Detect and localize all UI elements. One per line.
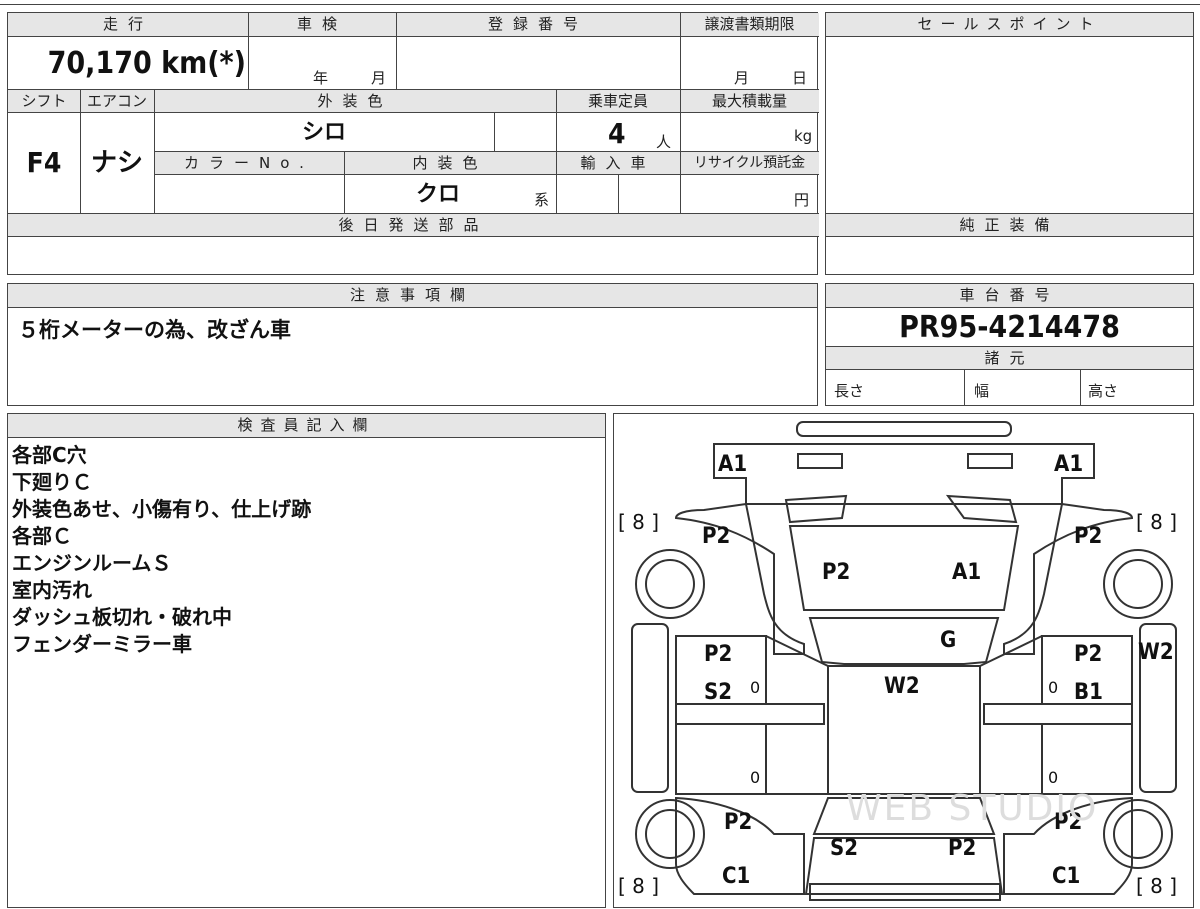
mark-front-right: A1 (1054, 452, 1084, 477)
exterior-color-label: 外装色 (154, 89, 556, 113)
mark-front-left: A1 (718, 452, 748, 477)
mark-zero-2: 0 (1048, 678, 1059, 697)
mark-door-fr-1: P2 (1074, 642, 1103, 667)
chassis-value: PR95-4214478 (899, 310, 1120, 345)
mark-zero-3: 0 (750, 768, 761, 787)
spec-height: 高さ (1088, 382, 1119, 400)
mark-roof: W2 (884, 674, 920, 699)
inspector-line: エンジンルームＳ (12, 551, 172, 575)
mileage-label: 走行 (8, 13, 248, 37)
import-label: 輸入車 (556, 151, 680, 175)
recycle-unit: 円 (794, 191, 810, 209)
transfer-month-unit: 月 (734, 69, 750, 87)
interior-color-unit: 系 (534, 191, 550, 209)
genuine-equipment-label: 純正装備 (826, 213, 1193, 237)
inspection-year-unit: 年 (313, 69, 329, 87)
inspection-month-unit: 月 (371, 69, 387, 87)
mark-zero-1: 0 (750, 678, 761, 697)
aircon-value: ナシ (90, 148, 143, 178)
inspector-line: 室内汚れ (12, 578, 92, 602)
mileage-value: 70,170 km(*) (47, 46, 246, 81)
mark-quarter-rl: P2 (724, 810, 753, 835)
max-load-label: 最大積載量 (680, 89, 819, 113)
tire-front-left: [ 8 ] (618, 510, 660, 534)
mark-hood-right: A1 (952, 560, 982, 585)
inspector-line: 外装色あせ、小傷有り、仕上げ跡 (12, 497, 312, 521)
registration-label: 登録番号 (396, 13, 680, 37)
exterior-color-value: シロ (301, 120, 346, 145)
notes-label: 注意事項欄 (8, 284, 817, 308)
mark-side-right: W2 (1138, 640, 1174, 665)
top-edge-line (0, 4, 1200, 5)
inspection-label: 車検 (248, 13, 396, 37)
chassis-label: 車台番号 (826, 284, 1193, 308)
recycle-label: リサイクル預託金 (680, 151, 819, 175)
inspector-line: ダッシュ板切れ・破れ中 (12, 605, 232, 629)
spec-length: 長さ (834, 382, 865, 400)
color-no-label: カラーNo. (154, 151, 344, 175)
tire-front-right: [ 8 ] (1136, 510, 1178, 534)
max-load-unit: kg (794, 127, 813, 145)
mark-zero-4: 0 (1048, 768, 1059, 787)
inspector-line: 各部Ｃ (12, 524, 72, 548)
mark-rear-rr: C1 (1052, 864, 1081, 889)
inspector-line: 下廻りＣ (12, 470, 92, 494)
later-parts-label: 後日発送部品 (8, 213, 819, 237)
mark-rear-rl: C1 (722, 864, 751, 889)
sales-point-label: セールスポイント (826, 13, 1193, 37)
watermark: WEB STUDIO (846, 788, 1099, 829)
transfer-deadline-label: 譲渡書類期限 (680, 13, 819, 37)
car-damage-diagram: A1 A1 [ 8 ] [ 8 ] P2 P2 P2 A1 G W2 P2 S2… (613, 413, 1194, 908)
mark-trunk-left: S2 (830, 836, 859, 861)
transfer-day-unit: 日 (792, 69, 808, 87)
notes-panel: 注意事項欄 ５桁メーターの為、改ざん車 (7, 283, 818, 406)
vehicle-info-grid: 走行 車検 登録番号 譲渡書類期限 70,170 km(*) 年 月 月 日 シ… (7, 12, 819, 275)
car-outline-svg (631, 421, 1177, 901)
interior-color-label: 内装色 (344, 151, 556, 175)
capacity-label: 乗車定員 (556, 89, 680, 113)
shift-label: シフト (8, 89, 80, 113)
inspector-label: 検査員記入欄 (8, 414, 605, 438)
mark-door-fl-2: S2 (704, 680, 733, 705)
notes-text: ５桁メーターの為、改ざん車 (18, 318, 291, 342)
aircon-label: エアコン (80, 89, 154, 113)
shift-value: F4 (26, 146, 62, 179)
mark-door-fl-1: P2 (704, 642, 733, 667)
mark-trunk-right: P2 (948, 836, 977, 861)
mark-fender-fr: P2 (1074, 524, 1103, 549)
inspector-line: フェンダーミラー車 (12, 632, 192, 656)
tire-rear-left: [ 8 ] (618, 874, 660, 898)
inspector-lines: 各部C穴 下廻りＣ 外装色あせ、小傷有り、仕上げ跡 各部Ｃ エンジンルームＳ 室… (12, 442, 311, 658)
spec-width: 幅 (974, 382, 990, 400)
interior-color-value: クロ (415, 182, 460, 207)
inspector-line: 各部C穴 (12, 443, 87, 467)
mark-fender-fl: P2 (702, 524, 731, 549)
inspector-panel: 検査員記入欄 各部C穴 下廻りＣ 外装色あせ、小傷有り、仕上げ跡 各部Ｃ エンジ… (7, 413, 606, 908)
mark-windshield: G (940, 628, 957, 653)
mark-hood-left: P2 (822, 560, 851, 585)
chassis-panel: 車台番号 PR95-4214478 諸元 長さ 幅 高さ (825, 283, 1194, 406)
mark-door-fr-2: B1 (1074, 680, 1103, 705)
specs-label: 諸元 (826, 346, 1193, 370)
sales-point-panel: セールスポイント 純正装備 (825, 12, 1194, 275)
capacity-unit: 人 (656, 133, 672, 151)
capacity-value: 4 (608, 117, 626, 150)
tire-rear-right: [ 8 ] (1136, 874, 1178, 898)
